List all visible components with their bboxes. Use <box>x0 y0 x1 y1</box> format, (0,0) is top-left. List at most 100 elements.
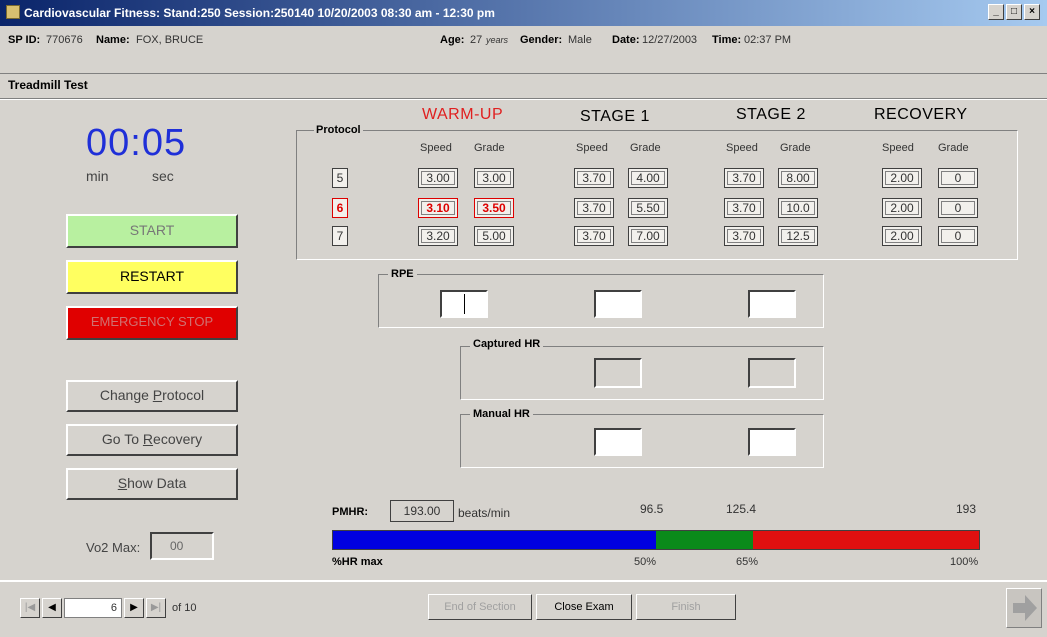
captured-hr-label: Captured HR <box>470 338 544 350</box>
protocol-6-stage1-speed: 3.70 <box>574 198 614 218</box>
protocol-6-recovery-grade: 0 <box>938 198 978 218</box>
manual-hr-stage1-input[interactable] <box>594 428 642 456</box>
go-to-recovery-button[interactable]: Go To Recovery <box>66 424 238 456</box>
protocol-7-warmup-grade: 5.00 <box>474 226 514 246</box>
hr-zone-mid <box>656 531 753 549</box>
protocol-7-recovery-grade: 0 <box>938 226 978 246</box>
text-cursor <box>464 294 465 314</box>
protocol-label: Protocol <box>314 124 363 136</box>
hr-max-pct-label: %HR max <box>332 556 383 568</box>
finish-button[interactable]: Finish <box>636 594 736 620</box>
show-data-button[interactable]: Show Data <box>66 468 238 500</box>
change-protocol-accesskey: P <box>152 387 163 403</box>
stage-header-stage2: STAGE 2 <box>736 106 806 123</box>
hr-mark-50: 96.5 <box>640 502 664 516</box>
rpe-stage2-input[interactable] <box>748 290 796 318</box>
emergency-stop-button[interactable]: EMERGENCY STOP <box>66 306 238 340</box>
close-exam-button[interactable]: Close Exam <box>536 594 632 620</box>
vo2-max-field: 00 <box>150 532 214 560</box>
hr-pct-100: 100% <box>950 556 979 568</box>
first-record-button[interactable]: |◀ <box>20 598 40 618</box>
section-title: Treadmill Test <box>8 78 88 92</box>
warmup-grade-label: Grade <box>474 142 505 154</box>
warmup-speed-label: Speed <box>420 142 452 154</box>
window-title: Cardiovascular Fitness: Stand:250 Sessio… <box>24 6 495 20</box>
protocol-option-5[interactable]: 5 <box>332 168 348 188</box>
protocol-option-6[interactable]: 6 <box>332 198 348 218</box>
title-bar: Cardiovascular Fitness: Stand:250 Sessio… <box>0 0 1047 26</box>
protocol-6-stage2-speed: 3.70 <box>724 198 764 218</box>
app-icon <box>6 5 20 19</box>
rpe-label: RPE <box>388 268 417 280</box>
protocol-5-recovery-speed: 2.00 <box>882 168 922 188</box>
stage1-speed-label: Speed <box>576 142 608 154</box>
stage-header-recovery: RECOVERY <box>874 106 968 123</box>
protocol-7-stage2-speed: 3.70 <box>724 226 764 246</box>
stage2-grade-label: Grade <box>780 142 811 154</box>
protocol-7-warmup-speed: 3.20 <box>418 226 458 246</box>
pmhr-label: PMHR: <box>332 506 369 518</box>
timer-colon: : <box>130 122 142 164</box>
protocol-option-7[interactable]: 7 <box>332 226 348 246</box>
name-value: FOX, BRUCE <box>136 34 204 46</box>
patient-info-bar: SP ID: 770676 Name: FOX, BRUCE Age: 27 y… <box>0 26 1047 74</box>
hr-mark-65: 125.4 <box>726 502 757 516</box>
date-value: 12/27/2003 <box>642 34 698 46</box>
date-label: Date: <box>612 34 640 46</box>
recovery-grade-label: Grade <box>938 142 969 154</box>
arrow-right-icon <box>1013 595 1037 621</box>
end-of-section-button[interactable]: End of Section <box>428 594 532 620</box>
record-number-field[interactable]: 6 <box>64 598 122 618</box>
timer-min-label: min <box>86 168 109 184</box>
hr-pct-65: 65% <box>736 556 759 568</box>
pmhr-unit: beats/min <box>458 506 511 520</box>
section-divider <box>0 98 1047 100</box>
manual-hr-label: Manual HR <box>470 408 533 420</box>
timer-minutes: 00 <box>86 122 131 164</box>
protocol-5-stage1-speed: 3.70 <box>574 168 614 188</box>
change-protocol-button[interactable]: Change Protocol <box>66 380 238 412</box>
sp-id-label: SP ID: <box>8 34 41 46</box>
stage2-speed-label: Speed <box>726 142 758 154</box>
vo2-max-label: Vo2 Max: <box>86 540 141 555</box>
name-label: Name: <box>96 34 130 46</box>
next-section-button[interactable] <box>1006 588 1042 628</box>
stage-header-warmup: WARM-UP <box>422 106 504 123</box>
protocol-6-stage1-grade: 5.50 <box>628 198 668 218</box>
hr-zone-low <box>333 531 656 549</box>
time-label: Time: <box>712 34 742 46</box>
hr-pct-50: 50% <box>634 556 657 568</box>
gender-value: Male <box>568 34 592 46</box>
record-total-label: of 10 <box>172 602 197 614</box>
restart-button[interactable]: RESTART <box>66 260 238 294</box>
next-record-button[interactable]: ▶ <box>124 598 144 618</box>
rpe-stage1-input[interactable] <box>594 290 642 318</box>
protocol-7-stage1-speed: 3.70 <box>574 226 614 246</box>
close-window-button[interactable]: × <box>1024 4 1040 20</box>
minimize-button[interactable]: _ <box>988 4 1004 20</box>
hr-zone-bar <box>332 530 980 550</box>
previous-record-button[interactable]: ◀ <box>42 598 62 618</box>
protocol-7-stage1-grade: 7.00 <box>628 226 668 246</box>
protocol-5-stage1-grade: 4.00 <box>628 168 668 188</box>
timer-sec-label: sec <box>152 168 174 184</box>
time-value: 02:37 PM <box>744 34 792 46</box>
protocol-7-recovery-speed: 2.00 <box>882 226 922 246</box>
hr-mark-100: 193 <box>956 502 977 516</box>
protocol-6-stage2-grade: 10.0 <box>778 198 818 218</box>
protocol-5-stage2-grade: 8.00 <box>778 168 818 188</box>
last-record-button[interactable]: ▶| <box>146 598 166 618</box>
captured-hr-stage2-field <box>748 358 796 388</box>
age-label: Age: <box>440 34 465 46</box>
pmhr-value: 193.00 <box>390 500 454 522</box>
show-data-text: how Data <box>127 475 187 491</box>
rpe-warmup-input[interactable] <box>440 290 488 318</box>
age-value: 27 <box>470 34 483 46</box>
go-recovery-accesskey: R <box>142 431 154 447</box>
manual-hr-stage2-input[interactable] <box>748 428 796 456</box>
maximize-button[interactable]: □ <box>1006 4 1022 20</box>
protocol-6-warmup-speed: 3.10 <box>418 198 458 218</box>
start-button[interactable]: START <box>66 214 238 248</box>
stage-header-stage1: STAGE 1 <box>580 108 650 125</box>
protocol-5-stage2-speed: 3.70 <box>724 168 764 188</box>
